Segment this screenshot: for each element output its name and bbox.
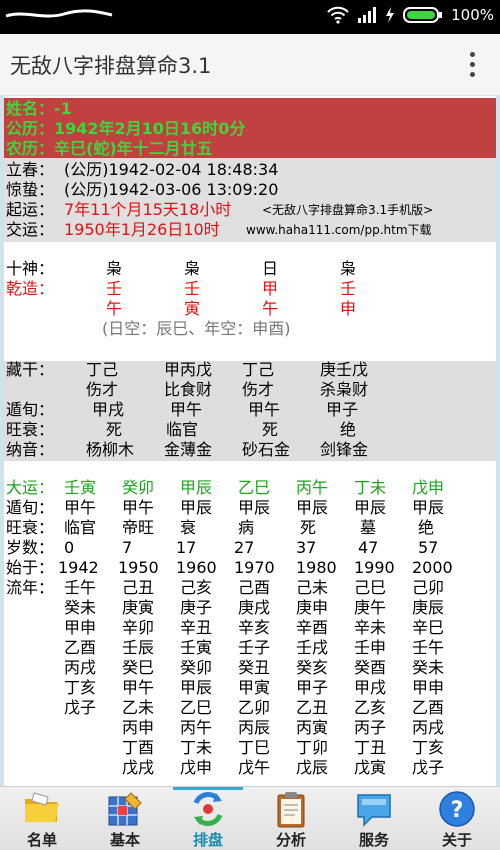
liunian-cell: 乙亥 [354,698,387,717]
liunian-cell: 庚子 [180,598,213,617]
app-title: 无敌八字排盘算命3.1 [10,54,212,78]
tab-basic[interactable]: 基本 [84,787,166,850]
tab-list[interactable]: 名单 [1,787,83,850]
liunian-cell: 丁亥 [64,678,97,697]
liunian-cell: 甲子 [296,678,329,697]
liunian-cell: 己卯 [412,578,445,597]
tab-service[interactable]: 服务 [333,787,415,850]
liunian-cell: 庚申 [296,598,329,617]
liunian-cell: 丙寅 [296,718,329,737]
liunian-cell: 丁卯 [296,738,329,757]
chart-content[interactable]: 姓名：-1 公历：1942年2月10日16时0分 农历：辛巳(蛇)年十二月廿五 … [0,96,500,786]
liunian-cell: 癸未 [412,658,445,677]
tab-analysis[interactable]: 分析 [250,787,332,850]
liunian-cell: 丙午 [180,718,213,737]
liunian-cell: 庚午 [354,598,387,617]
liunian-cell: 癸酉 [354,658,387,677]
liunian-cell: 壬辰 [122,638,155,657]
wifi-icon [327,6,349,24]
folder-icon [25,792,59,822]
liunian-cell: 己未 [296,578,329,597]
liunian-cell: 庚辰 [412,598,445,617]
liunian-cell: 己亥 [180,578,213,597]
liunian-cell: 己酉 [238,578,271,597]
liunian-label: 流年： [6,578,55,597]
liunian-cell: 辛亥 [238,618,271,637]
battery-percent: 100% [451,6,494,24]
liunian-cell: 己巳 [354,578,387,597]
liunian-cell: 壬子 [238,638,271,657]
liunian-cell: 戊申 [180,758,213,777]
liunian-cell: 辛酉 [296,618,329,637]
liunian-cell: 甲申 [412,678,445,697]
liunian-cell: 壬戌 [296,638,329,657]
liunian-cell: 乙巳 [180,698,213,717]
clipboard-icon [277,792,305,828]
solar-date-line: 公历：1942年2月10日16时0分 [6,119,246,138]
liunian-cell: 甲辰 [180,678,213,697]
liunian-cell: 庚寅 [122,598,155,617]
tab-paipan[interactable]: 排盘 [167,787,249,850]
liunian-cell: 乙丑 [296,698,329,717]
liunian-cell: 辛丑 [180,618,213,637]
liunian-cell: 辛未 [354,618,387,637]
action-bar: 无敌八字排盘算命3.1 [0,34,500,96]
liunian-cell: 丙申 [122,718,155,737]
liunian-cell: 辛巳 [412,618,445,637]
liunian-cell: 甲戌 [354,678,387,697]
liunian-cell: 丁亥 [412,738,445,757]
liunian-cell: 壬申 [354,638,387,657]
status-bar: 100% [0,0,500,34]
grid-pen-icon [108,792,142,826]
liunian-cell: 壬午 [64,578,97,597]
liunian-cell: 癸未 [64,598,97,617]
liunian-cell: 戊子 [412,758,445,777]
liunian-cell: 戊寅 [354,758,387,777]
liunian-cell: 癸卯 [180,658,213,677]
liunian-cell: 乙酉 [64,638,97,657]
speech-bubble-icon [357,794,391,827]
liunian-cell: 戊子 [64,698,97,717]
liunian-cell: 甲午 [122,678,155,697]
liunian-cell: 丁巳 [238,738,271,757]
refresh-cycle-icon [193,792,223,826]
liunian-cell: 戊戌 [122,758,155,777]
svg-text:?: ? [451,798,464,823]
liunian-cell: 丁丑 [354,738,387,757]
liunian-cell: 庚戌 [238,598,271,617]
liunian-cell: 丁酉 [122,738,155,757]
liunian-cell: 戊辰 [296,758,329,777]
liunian-cell: 丁未 [180,738,213,757]
liunian-cell: 癸亥 [296,658,329,677]
liunian-cell: 癸巳 [122,658,155,677]
bottom-tab-bar: 名单 基本 排盘 分析 服务 ? 关于 [0,786,500,850]
notification-scribble-icon [5,9,113,18]
battery-icon [403,7,443,23]
liunian-cell: 甲寅 [238,678,271,697]
liunian-cell: 乙卯 [238,698,271,717]
liunian-cell: 辛卯 [122,618,155,637]
liunian-cell: 乙酉 [412,698,445,717]
liunian-cell: 壬寅 [180,638,213,657]
signal-icon [358,7,377,23]
charging-icon [386,7,395,23]
liunian-cell: 甲申 [64,618,97,637]
name-line: 姓名：-1 [6,99,72,118]
overflow-menu-icon[interactable] [470,52,476,78]
liunian-cell: 戊午 [238,758,271,777]
tab-about[interactable]: ? 关于 [416,787,498,850]
liunian-cell: 乙未 [122,698,155,717]
liunian-cell: 癸丑 [238,658,271,677]
help-icon: ? [439,791,475,827]
lunar-date-line: 农历：辛巳(蛇)年十二月廿五 [6,139,213,158]
liunian-cell: 丙戌 [412,718,445,737]
liunian-cell: 丙子 [354,718,387,737]
liunian-cell: 己丑 [122,578,155,597]
liunian-cell: 丙戌 [64,658,97,677]
liunian-cell: 丙辰 [238,718,271,737]
liunian-cell: 壬午 [412,638,445,657]
